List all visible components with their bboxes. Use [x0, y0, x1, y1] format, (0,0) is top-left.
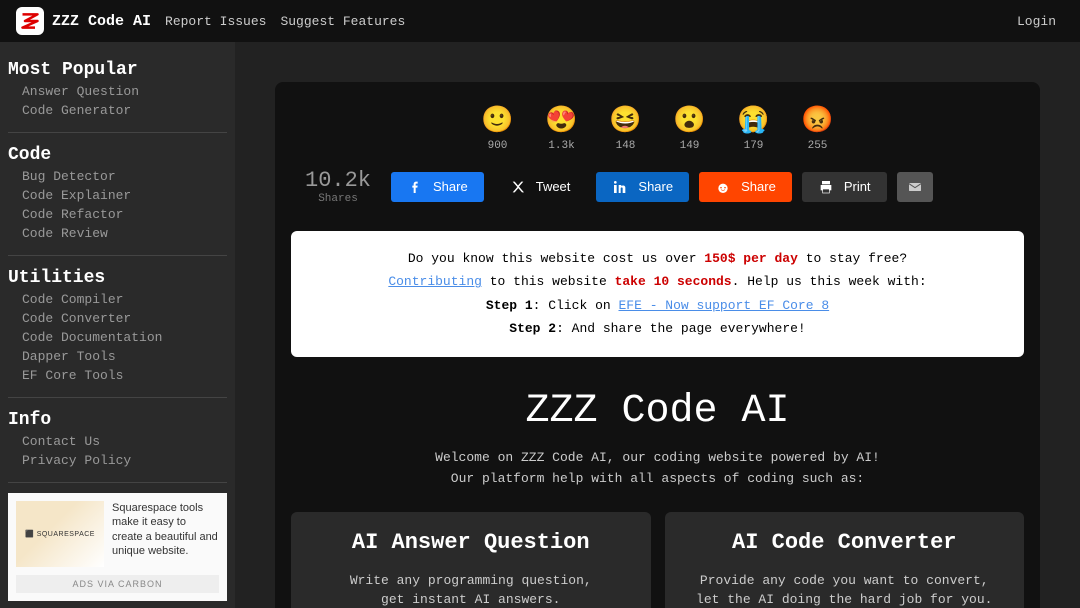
reaction-wow[interactable]: 😮 149	[672, 102, 708, 152]
reaction-angry[interactable]: 😡 255	[800, 102, 836, 152]
reaction-smile[interactable]: 🙂 900	[480, 102, 516, 152]
sidebar-item[interactable]: Code Converter	[8, 309, 227, 328]
sidebar-item[interactable]: Code Documentation	[8, 328, 227, 347]
share-number: 10.2k	[305, 168, 371, 193]
linkedin-icon	[612, 179, 628, 195]
sidebar-item[interactable]: Code Review	[8, 224, 227, 243]
contributing-link[interactable]: Contributing	[388, 274, 482, 289]
sidebar-heading-popular: Most Popular	[8, 58, 227, 82]
reaction-count: 148	[608, 140, 644, 152]
print-icon	[818, 179, 834, 195]
print-button[interactable]: Print	[802, 172, 887, 202]
card-title: AI Code Converter	[683, 530, 1007, 555]
sidebar-divider	[8, 132, 227, 133]
reactions-row: 🙂 900 😍 1.3k 😆 148 😮 149 😭 179	[275, 98, 1040, 160]
sidebar-divider	[8, 397, 227, 398]
ad-footer: ADS VIA CARBON	[16, 575, 219, 593]
share-total: 10.2k Shares	[305, 168, 371, 205]
reaction-sad[interactable]: 😭 179	[736, 102, 772, 152]
reaction-count: 179	[736, 140, 772, 152]
hero-subtitle: Welcome on ZZZ Code AI, our coding websi…	[291, 450, 1024, 465]
notice-text: Do you know this website cost us over	[408, 251, 704, 266]
notice-duration: take 10 seconds	[615, 274, 732, 289]
brand-name: ZZZ Code AI	[52, 13, 151, 30]
sidebar-ad[interactable]: ⬛ SQUARESPACE Squarespace tools make it …	[8, 493, 227, 601]
sidebar-heading-info: Info	[8, 408, 227, 432]
sidebar-divider	[8, 255, 227, 256]
nav-report-issues[interactable]: Report Issues	[165, 14, 266, 29]
smile-icon: 🙂	[480, 102, 516, 138]
ad-image: ⬛ SQUARESPACE	[16, 501, 104, 567]
notice-text: : Click on	[533, 298, 619, 313]
sidebar-item[interactable]: Code Generator	[8, 101, 227, 120]
main-content: 🙂 900 😍 1.3k 😆 148 😮 149 😭 179	[235, 42, 1080, 608]
angry-icon: 😡	[800, 102, 836, 138]
share-linkedin-button[interactable]: Share	[596, 172, 689, 202]
love-icon: 😍	[544, 102, 580, 138]
feature-card-answer: AI Answer Question Write any programming…	[291, 512, 651, 608]
card-desc: Provide any code you want to convert,let…	[683, 571, 1007, 608]
laugh-icon: 😆	[608, 102, 644, 138]
share-row: 10.2k Shares Share Tweet Share Sha	[275, 160, 1040, 219]
sidebar-item[interactable]: Bug Detector	[8, 167, 227, 186]
notice-cost: 150$ per day	[704, 251, 798, 266]
email-button[interactable]	[897, 172, 933, 202]
sidebar-item[interactable]: Code Explainer	[8, 186, 227, 205]
step-label: Step 1	[486, 298, 533, 313]
notice-text: to this website	[482, 274, 615, 289]
reaction-laugh[interactable]: 😆 148	[608, 102, 644, 152]
notice-text: : And share the page everywhere!	[556, 321, 806, 336]
reaction-love[interactable]: 😍 1.3k	[544, 102, 580, 152]
share-twitter-button[interactable]: Tweet	[494, 172, 587, 202]
share-label: Print	[844, 179, 871, 194]
x-icon	[510, 179, 526, 195]
hero-subtitle: Our platform help with all aspects of co…	[291, 471, 1024, 486]
sidebar-item[interactable]: Privacy Policy	[8, 451, 227, 470]
sidebar-heading-code: Code	[8, 143, 227, 167]
share-reddit-button[interactable]: Share	[699, 172, 792, 202]
sidebar-item[interactable]: EF Core Tools	[8, 366, 227, 385]
notice-text: . Help us this week with:	[732, 274, 927, 289]
card-desc: Write any programming question,get insta…	[309, 571, 633, 608]
sidebar-item[interactable]: Code Refactor	[8, 205, 227, 224]
logo-icon	[16, 7, 44, 35]
sidebar-item[interactable]: Code Compiler	[8, 290, 227, 309]
page-title: ZZZ Code AI	[291, 389, 1024, 434]
hero: ZZZ Code AI Welcome on ZZZ Code AI, our …	[275, 369, 1040, 502]
sidebar-heading-utilities: Utilities	[8, 266, 227, 290]
reddit-icon	[715, 179, 731, 195]
share-label: Share	[433, 179, 468, 194]
ad-text: Squarespace tools make it easy to create…	[112, 501, 219, 567]
login-link[interactable]: Login	[1017, 14, 1056, 29]
share-label: Share	[638, 179, 673, 194]
efe-link[interactable]: EFE - Now support EF Core 8	[619, 298, 830, 313]
sad-icon: 😭	[736, 102, 772, 138]
topbar: ZZZ Code AI Report Issues Suggest Featur…	[0, 0, 1080, 42]
nav-suggest-features[interactable]: Suggest Features	[280, 14, 405, 29]
reaction-count: 149	[672, 140, 708, 152]
reaction-count: 1.3k	[544, 140, 580, 152]
reaction-count: 255	[800, 140, 836, 152]
sidebar-item[interactable]: Dapper Tools	[8, 347, 227, 366]
wow-icon: 😮	[672, 102, 708, 138]
share-label: Shares	[305, 193, 371, 205]
card-title: AI Answer Question	[309, 530, 633, 555]
share-facebook-button[interactable]: Share	[391, 172, 484, 202]
share-label: Tweet	[536, 179, 571, 194]
step-label: Step 2	[509, 321, 556, 336]
sidebar-item[interactable]: Answer Question	[8, 82, 227, 101]
sidebar-item[interactable]: Contact Us	[8, 432, 227, 451]
feature-cards: AI Answer Question Write any programming…	[275, 502, 1040, 608]
contribute-notice: Do you know this website cost us over 15…	[291, 231, 1024, 357]
notice-text: to stay free?	[798, 251, 907, 266]
feature-card-converter: AI Code Converter Provide any code you w…	[665, 512, 1025, 608]
sidebar: Most Popular Answer Question Code Genera…	[0, 42, 235, 608]
email-icon	[907, 179, 923, 195]
facebook-icon	[407, 179, 423, 195]
reaction-count: 900	[480, 140, 516, 152]
sidebar-divider	[8, 482, 227, 483]
share-label: Share	[741, 179, 776, 194]
brand-logo[interactable]: ZZZ Code AI	[16, 7, 151, 35]
